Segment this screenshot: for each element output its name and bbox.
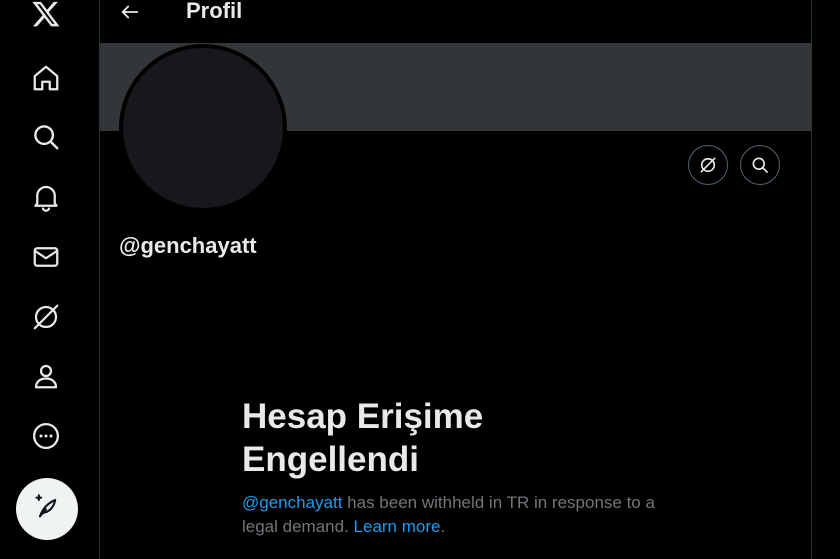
home-icon[interactable] — [17, 49, 75, 107]
withheld-title-line2: Engellendi — [242, 440, 419, 479]
grok-icon — [700, 157, 716, 173]
back-arrow-icon — [121, 5, 139, 19]
search-icon[interactable] — [17, 108, 75, 166]
x-logo-icon[interactable] — [17, 0, 75, 43]
profile-handle: @genchayatt — [119, 233, 257, 258]
right-divider — [811, 0, 812, 559]
withheld-title: Hesap Erişime Engellendi — [242, 395, 682, 481]
profile-icon[interactable] — [17, 347, 75, 405]
withheld-period: . — [440, 517, 446, 536]
more-icon[interactable] — [17, 407, 75, 465]
compose-post-icon — [33, 493, 61, 526]
sidebar-nav — [0, 0, 99, 559]
messages-icon[interactable] — [17, 228, 75, 286]
search-icon — [752, 157, 768, 173]
withheld-notice: Hesap Erişime Engellendi @genchayatt has… — [242, 395, 682, 539]
withheld-title-line1: Hesap Erişime — [242, 397, 484, 436]
search-profile-button[interactable] — [740, 145, 780, 185]
grok-icon[interactable] — [17, 288, 75, 346]
withheld-handle-link[interactable]: @genchayatt — [242, 493, 342, 512]
learn-more-link[interactable]: Learn more — [354, 517, 441, 536]
back-button[interactable] — [112, 0, 148, 30]
grok-profile-button[interactable] — [688, 145, 728, 185]
profile-main-column: Profil @genchayatt Hesap Erişime Engelle… — [100, 0, 811, 559]
compose-post-button[interactable] — [16, 478, 78, 540]
withheld-message: @genchayatt has been withheld in TR in r… — [242, 491, 682, 539]
avatar[interactable] — [119, 44, 287, 212]
page-title: Profil — [186, 0, 243, 23]
notifications-icon[interactable] — [17, 168, 75, 226]
profile-header: Profil — [100, 0, 811, 43]
